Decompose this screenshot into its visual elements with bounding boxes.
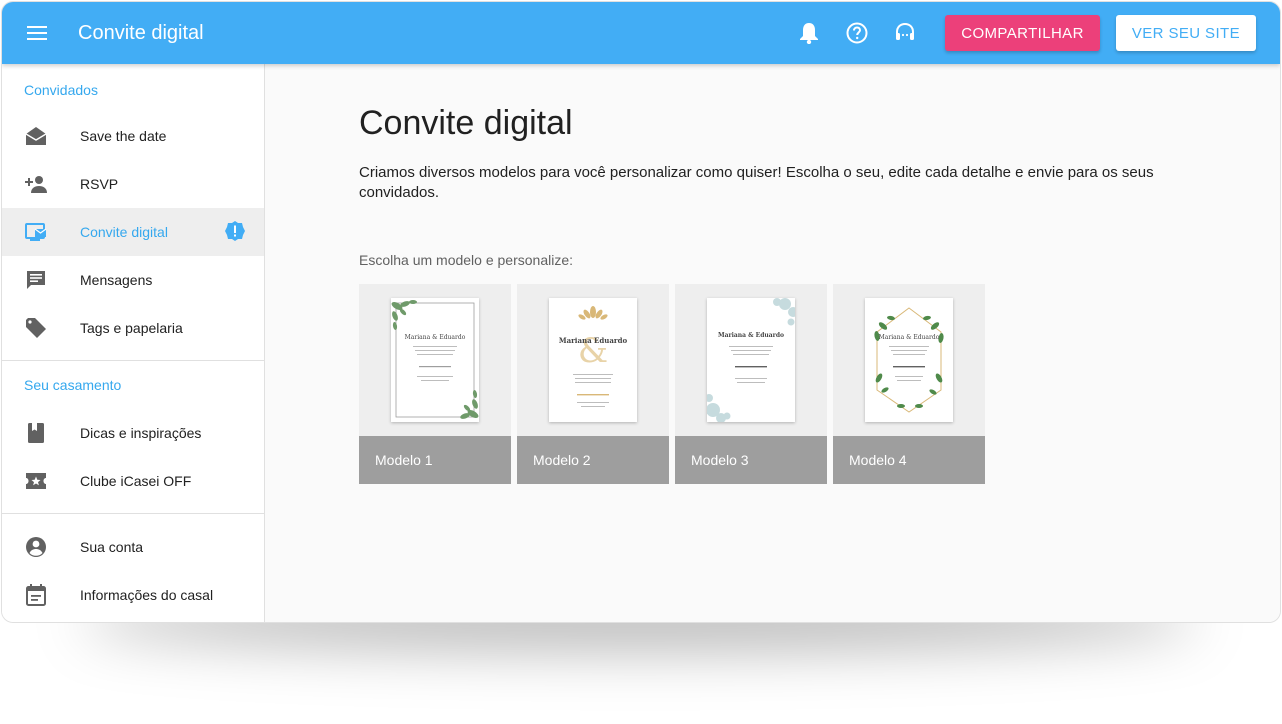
model-caption: Modelo 3 (675, 436, 827, 484)
bell-icon[interactable] (793, 17, 825, 49)
ticket-star-icon (24, 469, 48, 493)
section-title-seu-casamento: Seu casamento (24, 377, 122, 393)
model-caption: Modelo 4 (833, 436, 985, 484)
sidebar-item-label: Mensagens (80, 272, 153, 288)
view-site-button[interactable]: VER SEU SITE (1115, 15, 1256, 51)
sidebar-item-dicas[interactable]: Dicas e inspirações (2, 409, 264, 457)
envelope-open-icon (24, 124, 48, 148)
invite-names: Mariana & Eduardo (404, 334, 466, 341)
main-content: Convite digital Criamos diversos modelos… (265, 64, 1280, 622)
share-button[interactable]: COMPARTILHAR (945, 15, 1100, 51)
tag-icon (24, 316, 48, 340)
model-list: Mariana & Eduardo Modelo 1 & Mariana Edu… (359, 284, 991, 484)
model-thumbnail: & Mariana Eduardo (549, 298, 637, 422)
sidebar-item-label: Tags e papelaria (80, 320, 183, 336)
devices-mail-icon (24, 220, 48, 244)
model-card-4[interactable]: Mariana & Eduardo Modelo 4 (833, 284, 985, 484)
model-card-1[interactable]: Mariana & Eduardo Modelo 1 (359, 284, 511, 484)
book-icon (24, 421, 48, 445)
model-thumbnail: Mariana & Eduardo (391, 298, 479, 422)
sidebar-item-label: Dicas e inspirações (80, 425, 202, 441)
calendar-icon (24, 583, 48, 607)
message-icon (24, 268, 48, 292)
invite-names: Mariana & Eduardo (878, 334, 940, 341)
help-icon[interactable] (841, 17, 873, 49)
alert-badge-icon (224, 220, 246, 242)
model-thumbnail: Mariana & Eduardo (865, 298, 953, 422)
account-circle-icon (24, 535, 48, 559)
sidebar-item-tags-papelaria[interactable]: Tags e papelaria (2, 304, 264, 352)
sidebar-item-mensagens[interactable]: Mensagens (2, 256, 264, 304)
page-description: Criamos diversos modelos para você perso… (359, 164, 1154, 201)
support-headset-icon[interactable] (889, 17, 921, 49)
sidebar-item-label: Sua conta (80, 539, 144, 555)
sidebar-item-label: RSVP (80, 176, 119, 192)
app-title: Convite digital (78, 21, 204, 44)
top-app-bar: Convite digital COMPARTILHAR VER SEU SIT… (2, 2, 1280, 64)
invite-names: Mariana Eduardo (558, 336, 628, 345)
sidebar: Convidados Save the date RSVP Convite di… (2, 64, 265, 622)
model-caption: Modelo 1 (359, 436, 511, 484)
model-thumbnail: Mariana & Eduardo (707, 298, 795, 422)
choose-model-label: Escolha um modelo e personalize: (359, 252, 574, 268)
sidebar-item-sua-conta[interactable]: Sua conta (2, 523, 264, 571)
page-title: Convite digital (359, 104, 573, 142)
sidebar-item-label: Clube iCasei OFF (80, 473, 192, 489)
sidebar-item-convite-digital[interactable]: Convite digital (2, 208, 264, 256)
model-card-3[interactable]: Mariana & Eduardo Modelo 3 (675, 284, 827, 484)
sidebar-item-label: Save the date (80, 128, 167, 144)
sidebar-item-informacoes-casal[interactable]: Informações do casal (2, 571, 264, 619)
person-add-icon (24, 172, 48, 196)
model-card-2[interactable]: & Mariana Eduardo Modelo 2 (517, 284, 669, 484)
sidebar-item-label: Convite digital (80, 224, 168, 240)
app-window: Convite digital COMPARTILHAR VER SEU SIT… (1, 1, 1281, 623)
sidebar-item-rsvp[interactable]: RSVP (2, 160, 264, 208)
sidebar-item-save-the-date[interactable]: Save the date (2, 112, 264, 160)
sidebar-item-label: Informações do casal (80, 587, 214, 603)
invite-names: Mariana & Eduardo (717, 332, 785, 339)
menu-icon[interactable] (22, 18, 52, 48)
section-title-convidados: Convidados (24, 82, 98, 98)
sidebar-item-clube-icasei[interactable]: Clube iCasei OFF (2, 457, 264, 505)
model-caption: Modelo 2 (517, 436, 669, 484)
